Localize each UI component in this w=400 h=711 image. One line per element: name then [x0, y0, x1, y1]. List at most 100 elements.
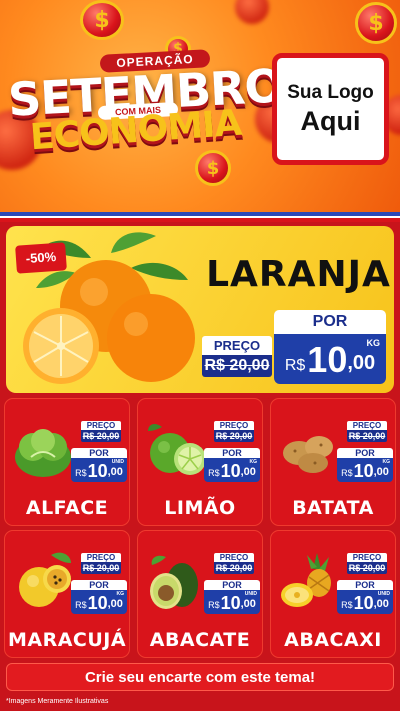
pineapple-icon [281, 553, 331, 607]
price-integer: 10 [87, 461, 108, 481]
passionfruit-icon [19, 552, 71, 607]
old-price-label: PREÇO [81, 553, 121, 562]
avocado-icon [150, 555, 198, 609]
old-price-label: PREÇO [202, 336, 272, 355]
new-price-tag: POR R$ 10 ,00 UNID [71, 448, 127, 482]
new-price-tag: POR R$ 10 ,00 KG [71, 580, 127, 614]
promo-header: $ $ $ $ OPERAÇÃO SETEMBRO COM MAIS ECONO… [0, 0, 400, 212]
price-cents: ,00 [240, 466, 256, 478]
currency-symbol: R$ [341, 468, 353, 478]
old-price-value: R$ 20,00 [214, 562, 254, 574]
new-price-label: POR [337, 448, 393, 458]
price-cents: ,00 [347, 352, 376, 374]
currency-symbol: R$ [341, 600, 353, 610]
logo-text-line2: Aqui [300, 105, 361, 136]
currency-symbol: R$ [208, 468, 220, 478]
potato-icon [283, 436, 333, 473]
new-price-tag: POR R$ 10 ,00 UNID [337, 580, 393, 614]
logo-placeholder[interactable]: Sua Logo Aqui [272, 53, 389, 165]
new-price-label: POR [337, 580, 393, 590]
currency-symbol: R$ [284, 357, 306, 374]
product-name: ALFACE [25, 497, 109, 519]
price-unit: KG [382, 459, 391, 465]
new-price-value: R$ 10 ,00 UNID [204, 590, 260, 614]
new-price-label: POR [71, 580, 127, 590]
dollar-coin-icon: $ [355, 2, 397, 44]
price-integer: 10 [220, 461, 241, 481]
new-price-label: POR [274, 310, 386, 334]
old-price-tag: PREÇO R$ 20,00 [347, 553, 387, 574]
product-name: BATATA [292, 497, 374, 519]
lime-icon [148, 424, 206, 475]
old-price-value: R$ 20,00 [81, 430, 121, 442]
old-price-tag: PREÇO R$ 20,00 [81, 553, 121, 574]
currency-symbol: R$ [208, 600, 220, 610]
old-price-tag: PREÇO R$ 20,00 [202, 336, 272, 377]
price-unit: UNID [244, 591, 257, 597]
price-unit: KG [249, 459, 258, 465]
old-price-tag: PREÇO R$ 20,00 [81, 421, 121, 442]
lettuce-icon [15, 429, 71, 477]
featured-offer[interactable]: -50% LARANJA PREÇO R$ 20,00 POR R$ 10 ,0… [6, 226, 394, 393]
old-price-tag: PREÇO R$ 20,00 [214, 553, 254, 574]
offers-area: -50% LARANJA PREÇO R$ 20,00 POR R$ 10 ,0… [0, 222, 400, 711]
price-integer: 10 [353, 593, 374, 613]
price-unit: UNID [377, 591, 390, 597]
price-cents: ,00 [107, 466, 123, 478]
old-price-value: R$ 20,00 [81, 562, 121, 574]
header-divider [0, 212, 400, 222]
product-name: MARACUJÁ [7, 629, 127, 651]
old-price-label: PREÇO [214, 553, 254, 562]
old-price-label: PREÇO [347, 421, 387, 430]
product-card[interactable]: PREÇO R$ 20,00 POR R$ 10 ,00 KG LIMÃO [137, 398, 263, 526]
new-price-label: POR [71, 448, 127, 458]
old-price-value: R$ 20,00 [347, 430, 387, 442]
new-price-value: R$ 10 ,00 KG [274, 334, 386, 384]
featured-product-name: LARANJA [206, 254, 391, 295]
new-price-value: R$ 10 ,00 UNID [71, 458, 127, 482]
product-name: ABACAXI [284, 629, 382, 651]
old-price-label: PREÇO [81, 421, 121, 430]
product-card[interactable]: PREÇO R$ 20,00 POR R$ 10 ,00 UNID ALFACE [4, 398, 130, 526]
price-cents: ,00 [107, 598, 123, 610]
old-price-tag: PREÇO R$ 20,00 [214, 421, 254, 442]
old-price-label: PREÇO [347, 553, 387, 562]
product-name: LIMÃO [164, 497, 236, 519]
new-price-label: POR [204, 580, 260, 590]
currency-symbol: R$ [75, 600, 87, 610]
new-price-value: R$ 10 ,00 KG [337, 458, 393, 482]
price-cents: ,00 [240, 598, 256, 610]
dollar-coin-icon: $ [195, 150, 231, 186]
old-price-value: R$ 20,00 [202, 355, 272, 377]
new-price-tag: POR R$ 10 ,00 KG [337, 448, 393, 482]
product-name: ABACATE [149, 629, 251, 651]
old-price-tag: PREÇO R$ 20,00 [347, 421, 387, 442]
price-unit: UNID [111, 459, 124, 465]
new-price-tag: POR R$ 10 ,00 KG [204, 448, 260, 482]
product-card[interactable]: PREÇO R$ 20,00 POR R$ 10 ,00 UNID ABACAT… [137, 530, 263, 658]
logo-text-line1: Sua Logo [287, 81, 374, 103]
price-integer: 10 [220, 593, 241, 613]
price-integer: 10 [87, 593, 108, 613]
discount-badge: -50% [15, 242, 67, 274]
old-price-value: R$ 20,00 [214, 430, 254, 442]
price-integer: 10 [307, 339, 348, 380]
product-card[interactable]: PREÇO R$ 20,00 POR R$ 10 ,00 KG BATATA [270, 398, 396, 526]
price-integer: 10 [353, 461, 374, 481]
new-price-value: R$ 10 ,00 KG [204, 458, 260, 482]
old-price-label: PREÇO [214, 421, 254, 430]
price-cents: ,00 [373, 598, 389, 610]
price-unit: KG [116, 591, 125, 597]
coin-blur-decoration [235, 0, 269, 24]
new-price-value: R$ 10 ,00 KG [71, 590, 127, 614]
new-price-label: POR [204, 448, 260, 458]
price-cents: ,00 [373, 466, 389, 478]
new-price-value: R$ 10 ,00 UNID [337, 590, 393, 614]
product-card[interactable]: PREÇO R$ 20,00 POR R$ 10 ,00 KG MARACUJÁ [4, 530, 130, 658]
create-flyer-button[interactable]: Crie seu encarte com este tema! [6, 663, 394, 691]
product-card[interactable]: PREÇO R$ 20,00 POR R$ 10 ,00 UNID ABACAX… [270, 530, 396, 658]
currency-symbol: R$ [75, 468, 87, 478]
old-price-value: R$ 20,00 [347, 562, 387, 574]
new-price-tag: POR R$ 10 ,00 KG [274, 310, 386, 384]
disclaimer: *Imagens Meramente Ilustrativas [6, 698, 109, 705]
